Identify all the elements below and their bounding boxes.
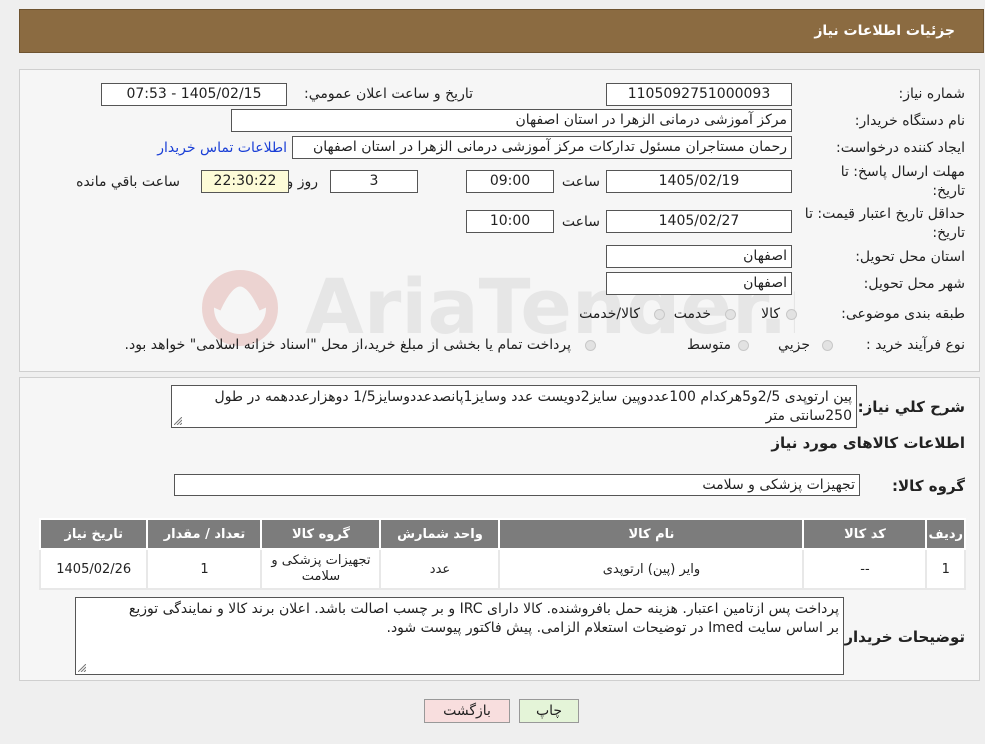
buyer-org-field: مرکز آموزشی درمانی الزهرا در استان اصفها… bbox=[231, 109, 792, 132]
col-unit: واحد شمارش bbox=[379, 518, 501, 550]
goods-group-label: گروه کالا: bbox=[892, 477, 965, 495]
city-field: اصفهان bbox=[606, 272, 792, 295]
validity-date-field: 1405/02/27 bbox=[606, 210, 792, 233]
col-row-number: ردیف bbox=[925, 518, 966, 550]
cell-goods-name: وایر (پین) ارتوپدی bbox=[498, 548, 805, 590]
print-button[interactable]: چاپ bbox=[519, 699, 579, 723]
process-minor-label: جزيي bbox=[778, 337, 810, 353]
treasury-payment-note: پرداخت تمام یا بخشی از مبلغ خرید،از محل … bbox=[124, 337, 571, 353]
category-goods-radio[interactable] bbox=[786, 309, 797, 320]
validity-label-line1: حداقل تاریخ اعتبار قیمت: تا bbox=[804, 206, 965, 222]
validity-time-label: ساعت bbox=[561, 214, 600, 230]
announce-field: 1405/02/15 - 07:53 bbox=[101, 83, 287, 106]
time-remaining-field: 22:30:22 bbox=[201, 170, 289, 193]
table-header-row: ردیف کد کالا نام کالا واحد شمارش گروه کا… bbox=[38, 518, 966, 550]
days-remaining-field: 3 bbox=[330, 170, 418, 193]
summary-label: شرح كلي نياز: bbox=[857, 398, 965, 416]
buyer-notes-line-2: بر اساس سایت Imed در توضیحات استعلام الز… bbox=[386, 620, 840, 636]
validity-time-field: 10:00 bbox=[466, 210, 554, 233]
buyer-contact-link[interactable]: اطلاعات تماس خریدار bbox=[157, 140, 287, 156]
deadline-label-line1: مهلت ارسال پاسخ: تا bbox=[840, 164, 965, 180]
need-number-field: 1105092751000093 bbox=[606, 83, 792, 106]
cell-unit: عدد bbox=[379, 548, 501, 590]
process-medium-label: متوسط bbox=[687, 337, 731, 353]
page-header: جزئیات اطلاعات نیاز bbox=[19, 9, 984, 53]
cell-row-number: 1 bbox=[925, 548, 966, 590]
buyer-notes-label: توضیحات خریدار: bbox=[838, 628, 965, 646]
deadline-date-field: 1405/02/19 bbox=[606, 170, 792, 193]
buyer-org-label: نام دستگاه خریدار: bbox=[854, 113, 965, 129]
buyer-notes-textarea[interactable]: پرداخت پس ازتامین اعتبار. هزینه حمل بافر… bbox=[75, 597, 844, 675]
category-service-radio[interactable] bbox=[725, 309, 736, 320]
cell-goods-group: تجهیزات پزشکی و سلامت bbox=[260, 548, 382, 590]
category-goods-service-label: کالا/خدمت bbox=[579, 306, 640, 322]
need-number-label: شماره نیاز: bbox=[898, 86, 966, 102]
summary-line-1: پین ارتوپدی 2/5و5هرکدام 100عددوپین سایز2… bbox=[214, 389, 852, 405]
table-row: 1 -- وایر (پین) ارتوپدی عدد تجهیزات پزشک… bbox=[38, 548, 966, 590]
process-medium-radio[interactable] bbox=[738, 340, 749, 351]
col-goods-code: کد کالا bbox=[802, 518, 928, 550]
validity-label-line2: تاریخ: bbox=[932, 225, 965, 241]
category-goods-service-radio[interactable] bbox=[654, 309, 665, 320]
days-label: روز و bbox=[286, 174, 319, 190]
summary-line-2: 250سانتی متر bbox=[765, 408, 852, 424]
category-service-label: خدمت bbox=[673, 306, 711, 322]
col-goods-name: نام کالا bbox=[498, 518, 805, 550]
category-goods-label: کالا bbox=[761, 306, 780, 322]
summary-textarea[interactable]: پین ارتوپدی 2/5و5هرکدام 100عددوپین سایز2… bbox=[171, 385, 857, 428]
province-label: استان محل تحویل: bbox=[855, 249, 965, 265]
cell-goods-code: -- bbox=[802, 548, 928, 590]
deadline-time-field: 09:00 bbox=[466, 170, 554, 193]
col-need-date: تاریخ نیاز bbox=[38, 518, 149, 550]
goods-section-title: اطلاعات کالاهای مورد نیاز bbox=[771, 434, 965, 452]
category-label: طبقه بندی موضوعی: bbox=[841, 306, 965, 322]
treasury-payment-radio[interactable] bbox=[585, 340, 596, 351]
goods-group-field: تجهیزات پزشکی و سلامت bbox=[174, 474, 860, 496]
col-quantity: تعداد / مقدار bbox=[146, 518, 263, 550]
resize-grip-icon[interactable] bbox=[78, 664, 86, 672]
province-field: اصفهان bbox=[606, 245, 792, 268]
process-type-label: نوع فرآیند خرید : bbox=[866, 337, 965, 353]
creator-field: رحمان مستاجران مسئول تدارکات مرکز آموزشی… bbox=[292, 136, 792, 159]
process-minor-radio[interactable] bbox=[822, 340, 833, 351]
cell-quantity: 1 bbox=[146, 548, 263, 590]
buyer-notes-line-1: پرداخت پس ازتامین اعتبار. هزینه حمل بافر… bbox=[128, 601, 839, 617]
col-goods-group: گروه کالا bbox=[260, 518, 382, 550]
deadline-time-label: ساعت bbox=[561, 174, 600, 190]
cell-need-date: 1405/02/26 bbox=[38, 548, 149, 590]
creator-label: ایجاد کننده درخواست: bbox=[836, 140, 965, 156]
back-button[interactable]: بازگشت bbox=[424, 699, 510, 723]
time-remaining-label: ساعت باقي مانده bbox=[76, 174, 180, 190]
page-title: جزئیات اطلاعات نیاز bbox=[814, 23, 955, 39]
deadline-label-line2: تاریخ: bbox=[932, 183, 965, 199]
announce-label: تاریخ و ساعت اعلان عمومي: bbox=[304, 86, 473, 102]
resize-grip-icon[interactable] bbox=[174, 417, 182, 425]
goods-table: ردیف کد کالا نام کالا واحد شمارش گروه کا… bbox=[38, 518, 966, 590]
city-label: شهر محل تحویل: bbox=[863, 276, 965, 292]
